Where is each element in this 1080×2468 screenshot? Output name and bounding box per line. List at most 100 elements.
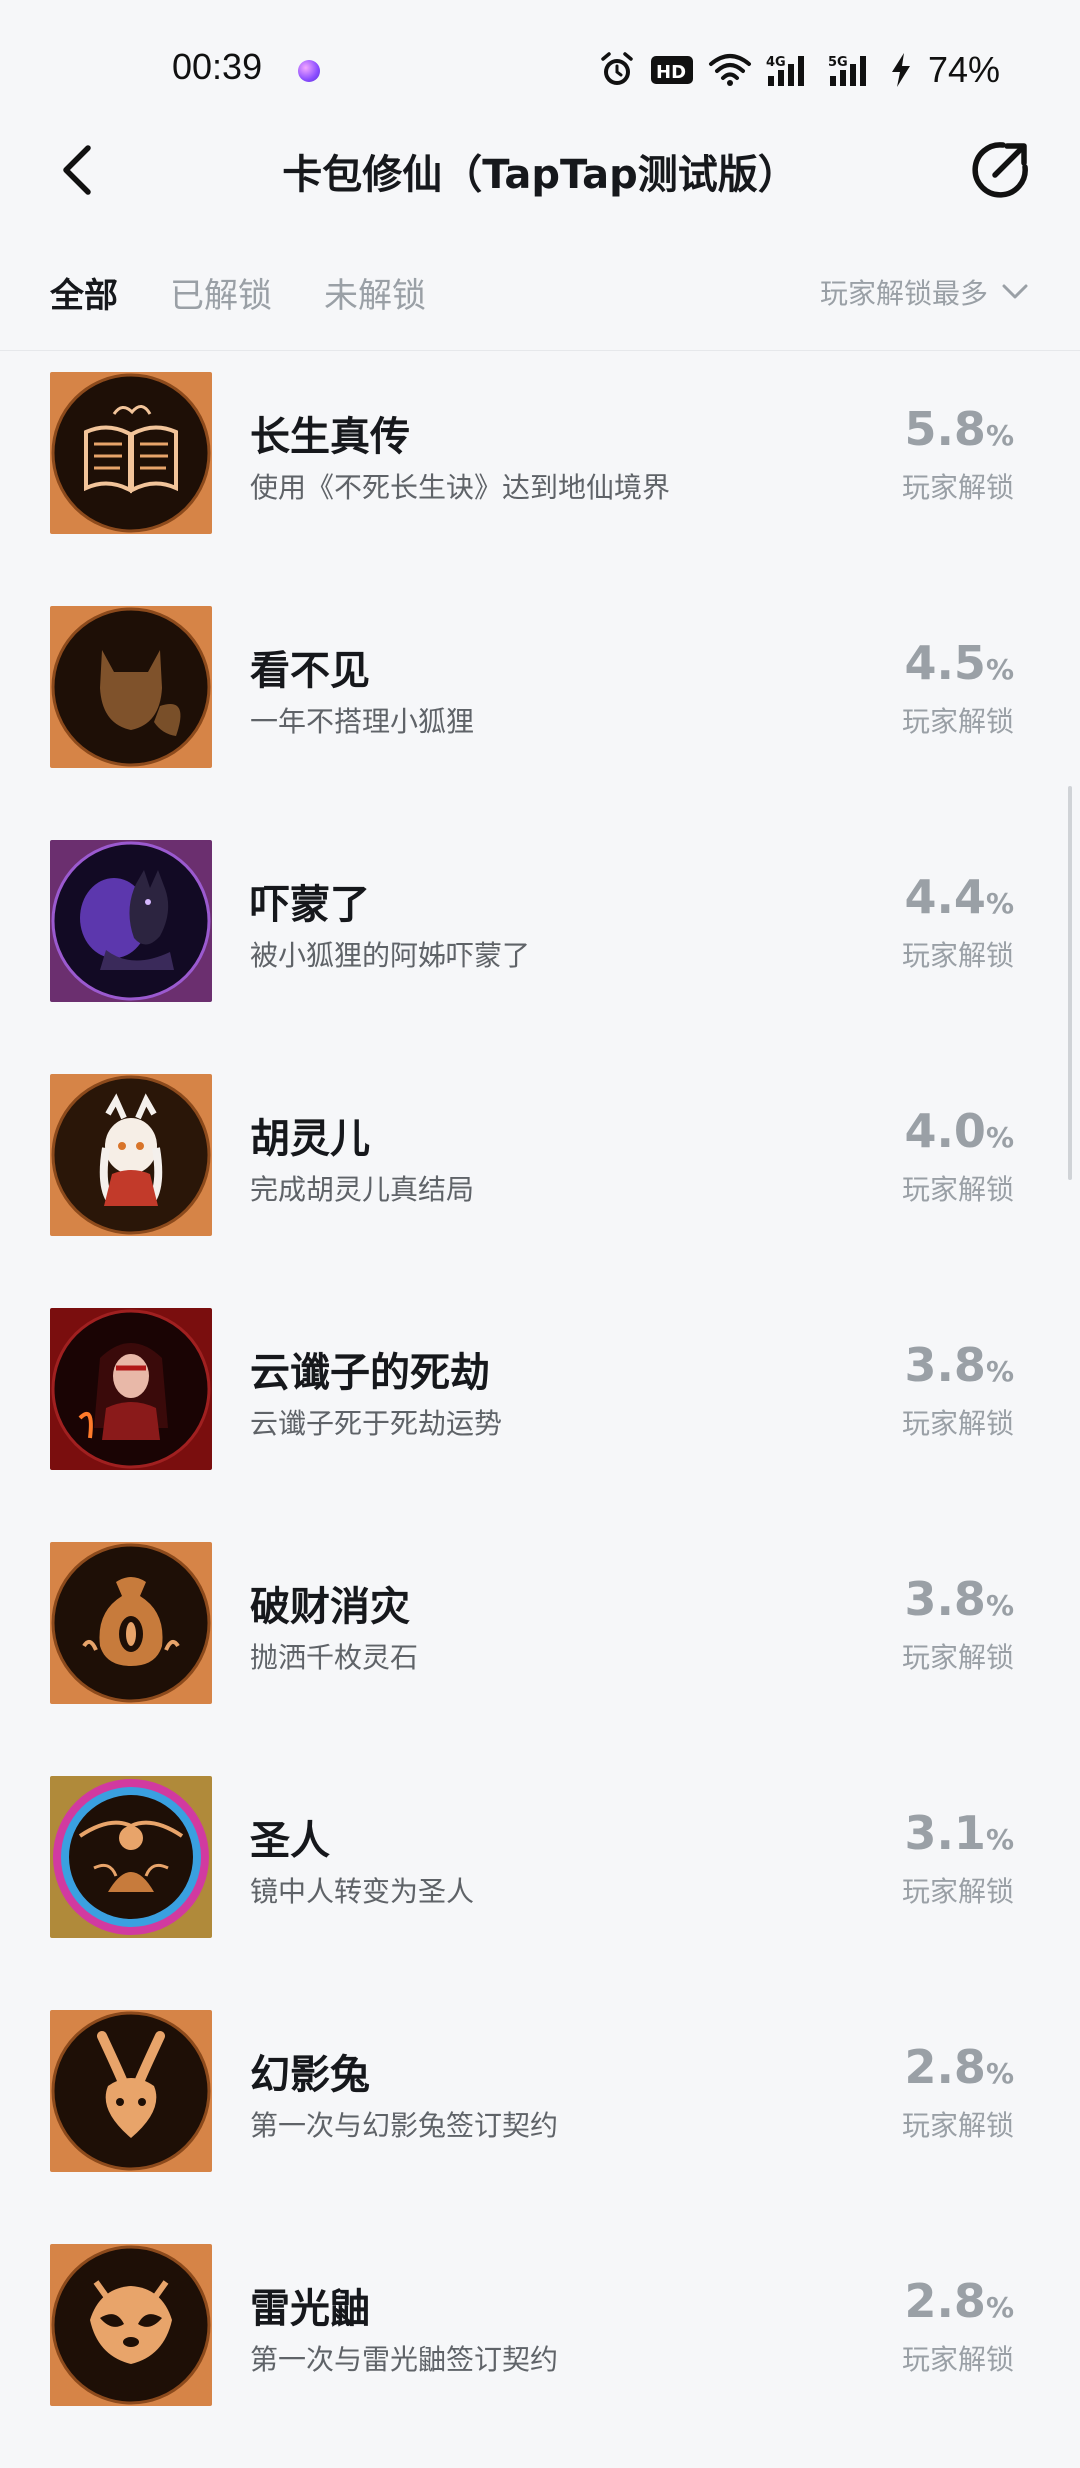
achievement-title: 幻影兔 [250, 2052, 370, 2098]
unlock-percentage: 4.5% [904, 636, 1014, 690]
unlock-percentage: 4.0% [904, 1104, 1014, 1158]
unlock-percentage-label: 玩家解锁 [901, 471, 1014, 504]
achievement-title: 破财消灾 [250, 1584, 410, 1630]
charging-icon [891, 53, 910, 87]
unlock-percentage-label: 玩家解锁 [901, 939, 1014, 972]
unlock-percentage-label: 玩家解锁 [901, 705, 1014, 738]
unlock-percentage-value: 4.4 [904, 870, 986, 924]
unlock-percentage: 4.4% [904, 870, 1014, 924]
signal-5g-icon: 5G [828, 55, 866, 86]
percent-sign: % [985, 653, 1014, 686]
tab-unlocked[interactable]: 已解锁 [170, 268, 272, 317]
scrollbar[interactable] [1068, 786, 1072, 1180]
svg-text:HD: HD [656, 62, 686, 83]
unlock-percentage-label: 玩家解锁 [901, 2343, 1014, 2376]
list-item[interactable]: 看不见 一年不搭理小狐狸 4.5% 玩家解锁 [0, 596, 1080, 830]
achievement-description: 云谶子死于死劫运势 [250, 1407, 503, 1440]
list-item[interactable]: 云谶子的死劫 云谶子死于死劫运势 3.8% 玩家解锁 [0, 1298, 1080, 1532]
achievement-description: 镜中人转变为圣人 [250, 1875, 475, 1908]
achievement-badge [50, 2244, 212, 2406]
unlock-percentage-label: 玩家解锁 [901, 1407, 1014, 1440]
percent-sign: % [985, 1823, 1014, 1856]
achievement-title: 长生真传 [250, 414, 410, 460]
filter-tabs: 全部 已解锁 未解锁 玩家解锁最多 [0, 250, 1080, 351]
unlock-percentage: 5.8% [904, 402, 1014, 456]
percent-sign: % [985, 1355, 1014, 1388]
sage-icon [50, 1776, 212, 1938]
share-button[interactable] [966, 136, 1034, 204]
list-item[interactable]: 吓蒙了 被小狐狸的阿姊吓蒙了 4.4% 玩家解锁 [0, 830, 1080, 1064]
achievement-description: 被小狐狸的阿姊吓蒙了 [250, 939, 531, 972]
wifi-icon [708, 54, 751, 86]
unlock-percentage-label: 玩家解锁 [901, 1875, 1014, 1908]
svg-text:4G: 4G [766, 55, 786, 70]
achievement-badge [50, 1308, 212, 1470]
achievement-badge [50, 1776, 212, 1938]
achievement-description: 完成胡灵儿真结局 [250, 1173, 475, 1206]
achievement-title: 云谶子的死劫 [250, 1350, 490, 1396]
chevron-down-icon [1002, 284, 1028, 299]
hd-icon: HD [650, 56, 693, 84]
rabbit-icon [50, 2010, 212, 2172]
sort-dropdown[interactable]: 玩家解锁最多 [820, 272, 1028, 312]
share-icon [972, 142, 1028, 198]
status-bar: 00:39 HD 4G 5G 74% [0, 0, 1080, 140]
status-icons: HD 4G 5G 74% [598, 49, 1000, 90]
percent-sign: % [985, 2057, 1014, 2090]
achievement-description: 第一次与雷光鼬签订契约 [250, 2343, 559, 2376]
list-item[interactable]: 胡灵儿 完成胡灵儿真结局 4.0% 玩家解锁 [0, 1064, 1080, 1298]
unlock-percentage-value: 5.8 [904, 402, 986, 456]
unlock-percentage-value: 4.0 [904, 1104, 986, 1158]
percent-sign: % [985, 887, 1014, 920]
fox-girl-icon [50, 1074, 212, 1236]
achievement-title: 圣人 [250, 1818, 330, 1864]
achievement-description: 使用《不死长生诀》达到地仙境界 [250, 471, 671, 504]
percent-sign: % [985, 1121, 1014, 1154]
list-item[interactable]: 破财消灾 抛洒千枚灵石 3.8% 玩家解锁 [0, 1532, 1080, 1766]
unlock-percentage: 2.8% [904, 2274, 1014, 2328]
sort-label: 玩家解锁最多 [819, 277, 988, 310]
list-item[interactable]: 雷光鼬 第一次与雷光鼬签订契约 2.8% 玩家解锁 [0, 2234, 1080, 2468]
header: 卡包修仙（TapTap测试版） [0, 120, 1080, 220]
unlock-percentage-label: 玩家解锁 [901, 1641, 1014, 1674]
unlock-percentage: 3.1% [904, 1806, 1014, 1860]
unlock-percentage-label: 玩家解锁 [901, 2109, 1014, 2142]
list-item[interactable]: 长生真传 使用《不死长生诀》达到地仙境界 5.8% 玩家解锁 [0, 362, 1080, 596]
unlock-percentage-value: 4.5 [904, 636, 986, 690]
alarm-icon [601, 52, 633, 85]
unlock-percentage-value: 2.8 [904, 2040, 986, 2094]
achievement-badge [50, 1074, 212, 1236]
percent-sign: % [985, 2291, 1014, 2324]
battery-level: 74% [927, 49, 1000, 90]
unlock-percentage: 2.8% [904, 2040, 1014, 2094]
tab-all[interactable]: 全部 [50, 268, 118, 317]
achievement-description: 抛洒千枚灵石 [250, 1641, 419, 1674]
weasel-icon [50, 2244, 212, 2406]
unlock-percentage-value: 2.8 [904, 2274, 986, 2328]
unlock-percentage-value: 3.1 [904, 1806, 986, 1860]
unlock-percentage-label: 玩家解锁 [901, 1173, 1014, 1206]
list-item[interactable]: 圣人 镜中人转变为圣人 3.1% 玩家解锁 [0, 1766, 1080, 2000]
app-notification-icon [298, 60, 320, 82]
money-bag-icon [50, 1542, 212, 1704]
unlock-percentage: 3.8% [904, 1572, 1014, 1626]
achievement-badge [50, 606, 212, 768]
signal-4g-icon: 4G [766, 55, 804, 86]
fox-silhouette-icon [50, 606, 212, 768]
achievement-title: 雷光鼬 [250, 2286, 370, 2332]
percent-sign: % [985, 1589, 1014, 1622]
achievement-badge [50, 840, 212, 1002]
percent-sign: % [985, 419, 1014, 452]
achievement-badge [50, 2010, 212, 2172]
svg-text:5G: 5G [828, 55, 848, 70]
achievement-description: 第一次与幻影兔签订契约 [250, 2109, 559, 2142]
unlock-percentage-value: 3.8 [904, 1572, 986, 1626]
book-icon [50, 372, 212, 534]
list-item[interactable]: 幻影兔 第一次与幻影兔签订契约 2.8% 玩家解锁 [0, 2000, 1080, 2234]
cursed-figure-icon [50, 1308, 212, 1470]
status-time: 00:39 [172, 46, 263, 87]
achievement-title: 胡灵儿 [250, 1116, 370, 1162]
unlock-percentage-value: 3.8 [904, 1338, 986, 1392]
tab-locked[interactable]: 未解锁 [324, 268, 426, 317]
unlock-percentage: 3.8% [904, 1338, 1014, 1392]
